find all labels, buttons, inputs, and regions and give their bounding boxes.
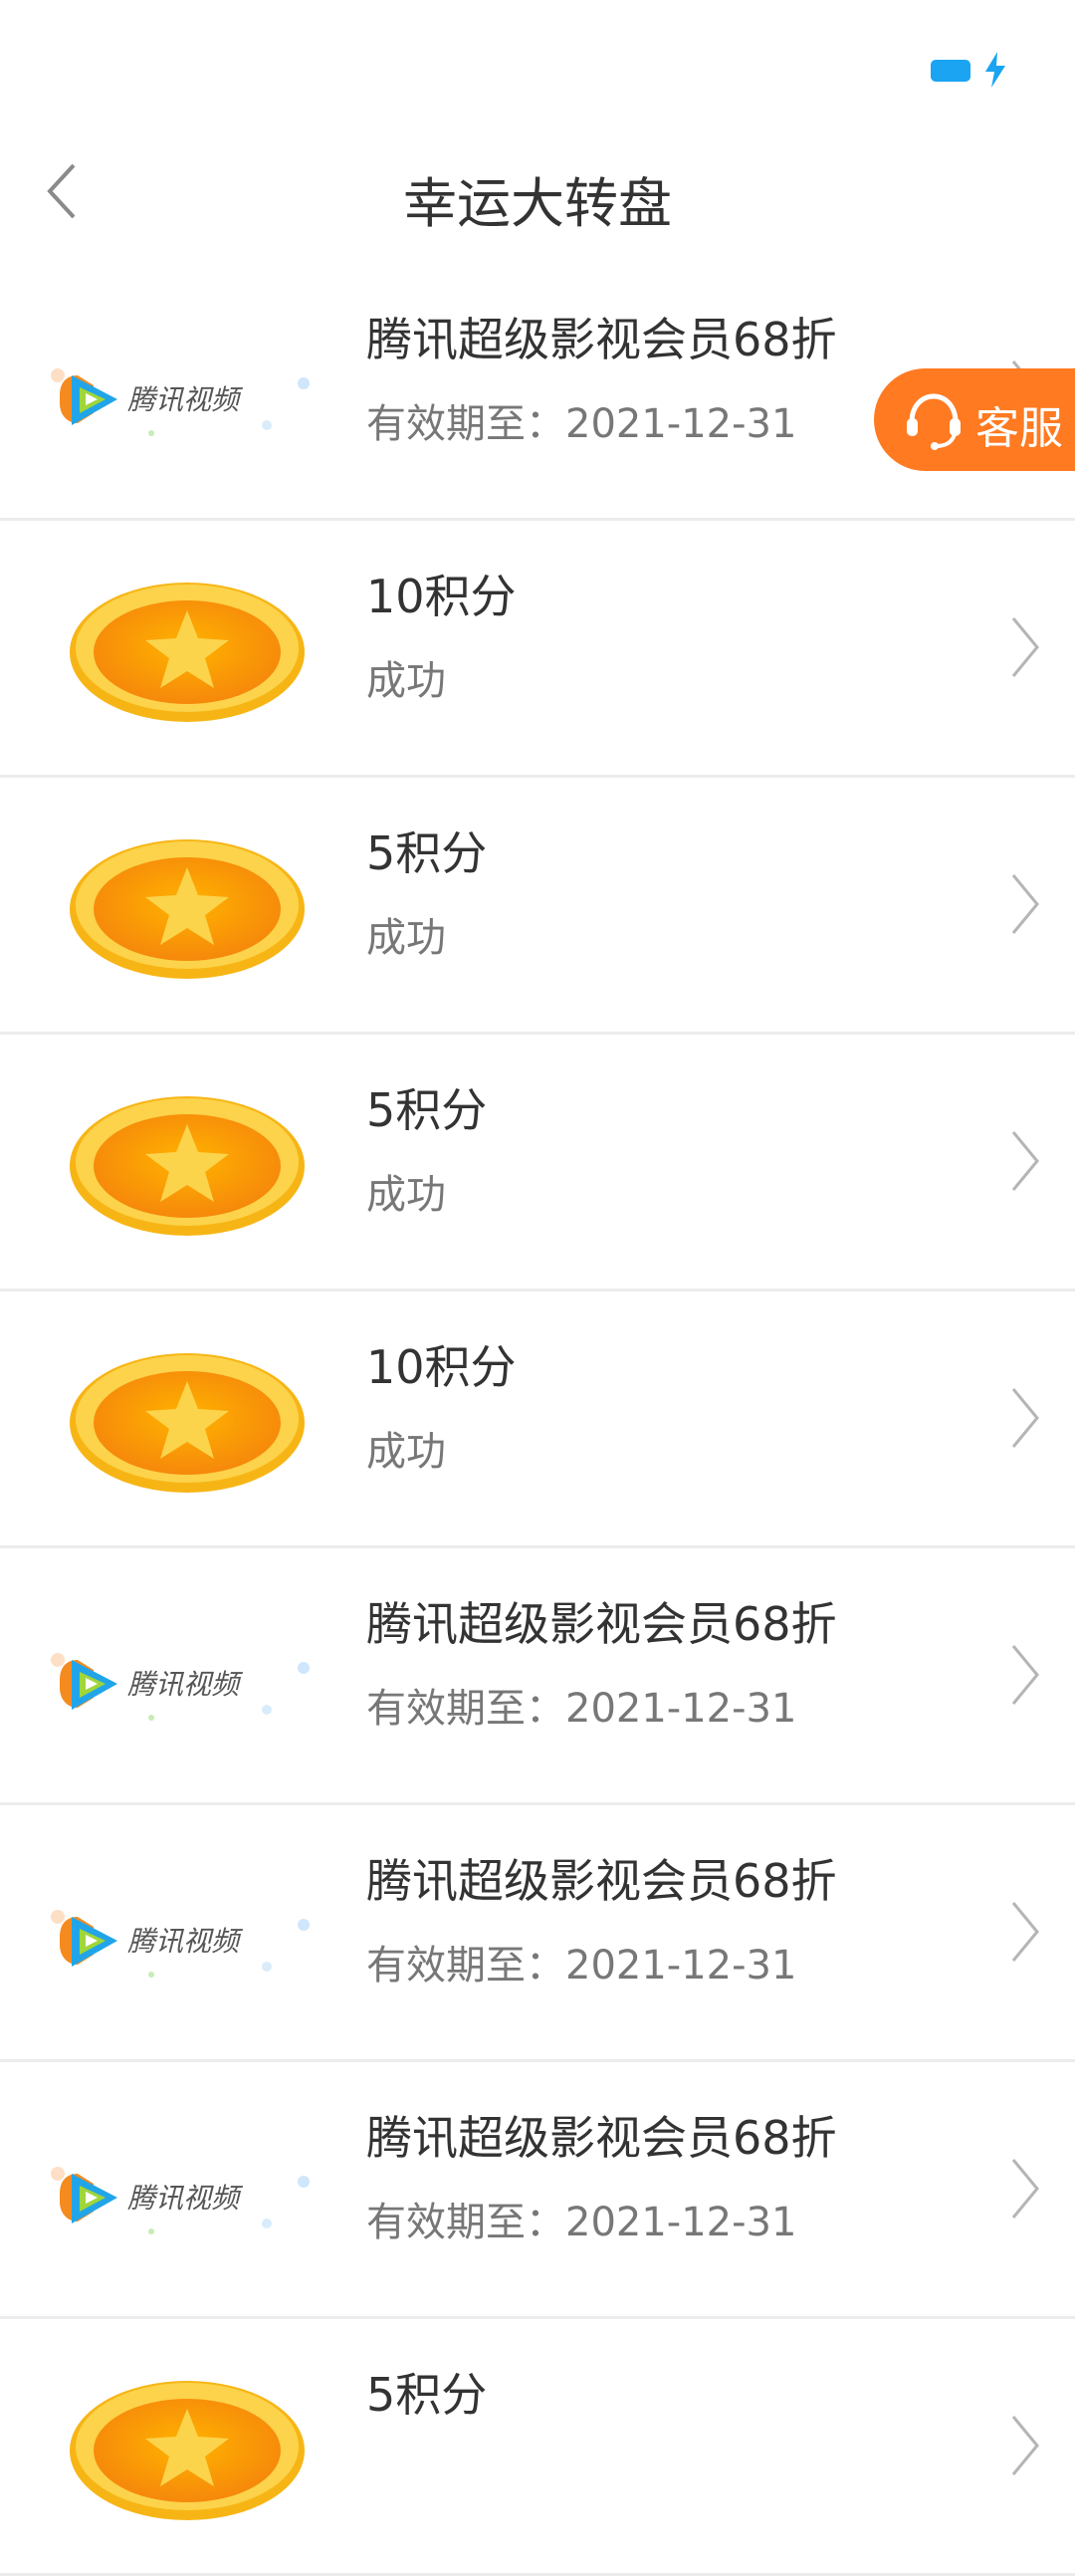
item-title: 腾讯超级影视会员68折 (366, 2111, 837, 2165)
headset-icon (907, 393, 961, 450)
points-coin-icon (30, 1331, 333, 1506)
tencent-video-logo: 腾讯视频 (30, 2102, 333, 2276)
item-title: 腾讯超级影视会员68折 (366, 313, 837, 366)
item-title: 腾讯超级影视会员68折 (366, 1597, 837, 1651)
points-coin-icon (30, 818, 333, 992)
page-title: 幸运大转盘 (403, 172, 672, 235)
list-item[interactable]: 10积分成功 (0, 521, 1075, 778)
points-coin-icon (30, 1074, 333, 1249)
list-item[interactable]: 5积分 (0, 2319, 1075, 2576)
customer-service-label: 客服 (975, 403, 1063, 454)
list-item[interactable]: 10积分成功 (0, 1291, 1075, 1548)
svg-text:腾讯视频: 腾讯视频 (127, 1670, 244, 1701)
list-item[interactable]: 腾讯视频 腾讯超级影视会员68折有效期至：2021-12-31 (0, 2062, 1075, 2319)
svg-text:腾讯视频: 腾讯视频 (127, 385, 244, 416)
battery-icon (931, 60, 970, 82)
tencent-video-logo: 腾讯视频 (30, 1588, 333, 1762)
status-bar (0, 0, 1075, 119)
item-title: 10积分 (366, 570, 517, 623)
item-status: 成功 (366, 1429, 446, 1475)
tencent-video-logo: 腾讯视频 (30, 304, 333, 478)
item-title: 5积分 (366, 2368, 488, 2422)
item-status: 成功 (366, 915, 446, 961)
points-coin-icon (30, 2359, 333, 2533)
chevron-right-icon (1011, 2416, 1039, 2475)
item-title: 5积分 (366, 1083, 488, 1137)
svg-text:腾讯视频: 腾讯视频 (127, 1927, 244, 1958)
chevron-right-icon (1011, 1645, 1039, 1705)
chevron-right-icon (1011, 617, 1039, 677)
list-item[interactable]: 腾讯视频 腾讯超级影视会员68折有效期至：2021-12-31 (0, 1548, 1075, 1805)
svg-text:腾讯视频: 腾讯视频 (127, 2184, 244, 2215)
item-title: 腾讯超级影视会员68折 (366, 1854, 837, 1908)
chevron-right-icon (1011, 874, 1039, 934)
item-title: 5积分 (366, 826, 488, 880)
list-item[interactable]: 5积分成功 (0, 1035, 1075, 1291)
list-item[interactable]: 腾讯视频 腾讯超级影视会员68折有效期至：2021-12-31 (0, 1805, 1075, 2062)
item-title: 10积分 (366, 1340, 517, 1394)
customer-service-button[interactable]: 客服 (874, 368, 1075, 471)
chevron-right-icon (1011, 1131, 1039, 1191)
item-status: 成功 (366, 658, 446, 704)
chevron-right-icon (1011, 2159, 1039, 2219)
item-status: 成功 (366, 1172, 446, 1218)
chevron-right-icon (1011, 1902, 1039, 1962)
header: 幸运大转盘 (0, 119, 1075, 264)
item-expiry: 有效期至：2021-12-31 (366, 1686, 797, 1732)
chevron-right-icon (1011, 1388, 1039, 1448)
charging-icon (985, 52, 1005, 88)
item-expiry: 有效期至：2021-12-31 (366, 2200, 797, 2245)
item-expiry: 有效期至：2021-12-31 (366, 401, 797, 447)
tencent-video-logo: 腾讯视频 (30, 1845, 333, 2019)
item-expiry: 有效期至：2021-12-31 (366, 1943, 797, 1989)
prize-list: 腾讯视频 腾讯超级影视会员68折 有效期至：2021-12-31 10积分 成功 5… (0, 264, 1075, 2576)
list-item[interactable]: 5积分成功 (0, 778, 1075, 1035)
points-coin-icon (30, 561, 333, 735)
